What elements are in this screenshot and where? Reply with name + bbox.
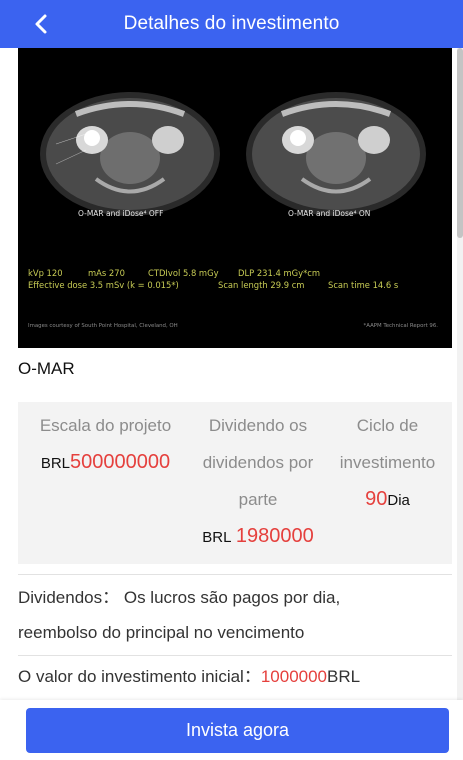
image-stat: CTDIvol 5.8 mGy xyxy=(148,268,219,278)
stat-dividend: Dividendo os dividendos por parte BRL 19… xyxy=(193,407,323,556)
page-title: Detalhes do investimento xyxy=(123,13,340,34)
stat-cycle: Ciclo de investimento 90Dia xyxy=(323,407,452,519)
image-credit: Images courtesy of South Point Hospital,… xyxy=(28,323,178,329)
chevron-left-icon xyxy=(35,14,47,34)
image-stat: DLP 231.4 mGy*cm xyxy=(238,268,321,278)
initial-investment: O valor do investimento inicial：1000000B… xyxy=(18,656,452,689)
product-name: O-MAR xyxy=(18,359,75,378)
initial-currency: BRL xyxy=(327,667,361,686)
stat-project-scale: Escala do projeto BRL500000000 xyxy=(18,407,193,482)
stat-value: 1980000 xyxy=(235,525,314,547)
initial-value: 1000000 xyxy=(260,667,328,686)
dividends-text: Os lucros são pagos por dia, xyxy=(123,588,341,607)
dividends-label: Dividendos： xyxy=(18,588,120,607)
image-stat: kVp 120 xyxy=(28,268,63,278)
image-stat: mAs 270 xyxy=(88,268,125,278)
stat-value: 90 xyxy=(365,488,388,510)
footer-bar: Invista agora xyxy=(0,700,463,760)
main-content: O-MAR and iDose⁴ OFF O-MAR and iDose⁴ ON… xyxy=(18,48,452,689)
stats-panel: Escala do projeto BRL500000000 Dividendo… xyxy=(18,402,452,564)
top-bar: Detalhes do investimento xyxy=(0,0,463,48)
unit-label: Dia xyxy=(387,492,410,509)
image-stat: Scan length 29.9 cm xyxy=(218,280,305,290)
stat-label: parte xyxy=(238,490,278,509)
image-caption-right: O-MAR and iDose⁴ ON xyxy=(288,209,371,218)
image-reference: *AAPM Technical Report 96. xyxy=(363,323,438,329)
scrollbar-thumb[interactable] xyxy=(457,48,463,238)
stat-label: investimento xyxy=(339,453,436,472)
image-stats: kVp 120 mAs 270 CTDIvol 5.8 mGy DLP 231.4 m… xyxy=(28,267,398,291)
stat-value: 500000000 xyxy=(70,451,171,473)
product-image: O-MAR and iDose⁴ OFF O-MAR and iDose⁴ ON… xyxy=(18,48,452,348)
initial-label: O valor do investimento inicial： xyxy=(18,667,261,686)
back-button[interactable] xyxy=(26,9,56,39)
image-stat: Scan time 14.6 s xyxy=(328,280,399,290)
image-stat: Effective dose 3.5 mSv (k = 0.015*) xyxy=(28,280,179,290)
dividends-info: Dividendos： Os lucros são pagos por dia,… xyxy=(18,575,452,655)
invest-now-button[interactable]: Invista agora xyxy=(26,708,449,753)
currency-label: BRL xyxy=(202,529,232,546)
dividends-text: reembolso do principal no vencimento xyxy=(18,623,305,642)
currency-label: BRL xyxy=(40,455,71,472)
stat-label: dividendos por xyxy=(202,453,314,472)
image-caption-left: O-MAR and iDose⁴ OFF xyxy=(78,209,164,218)
stat-label: Dividendo os xyxy=(208,416,308,435)
stat-label: Ciclo de xyxy=(356,416,419,435)
stat-label: Escala do projeto xyxy=(39,416,172,435)
